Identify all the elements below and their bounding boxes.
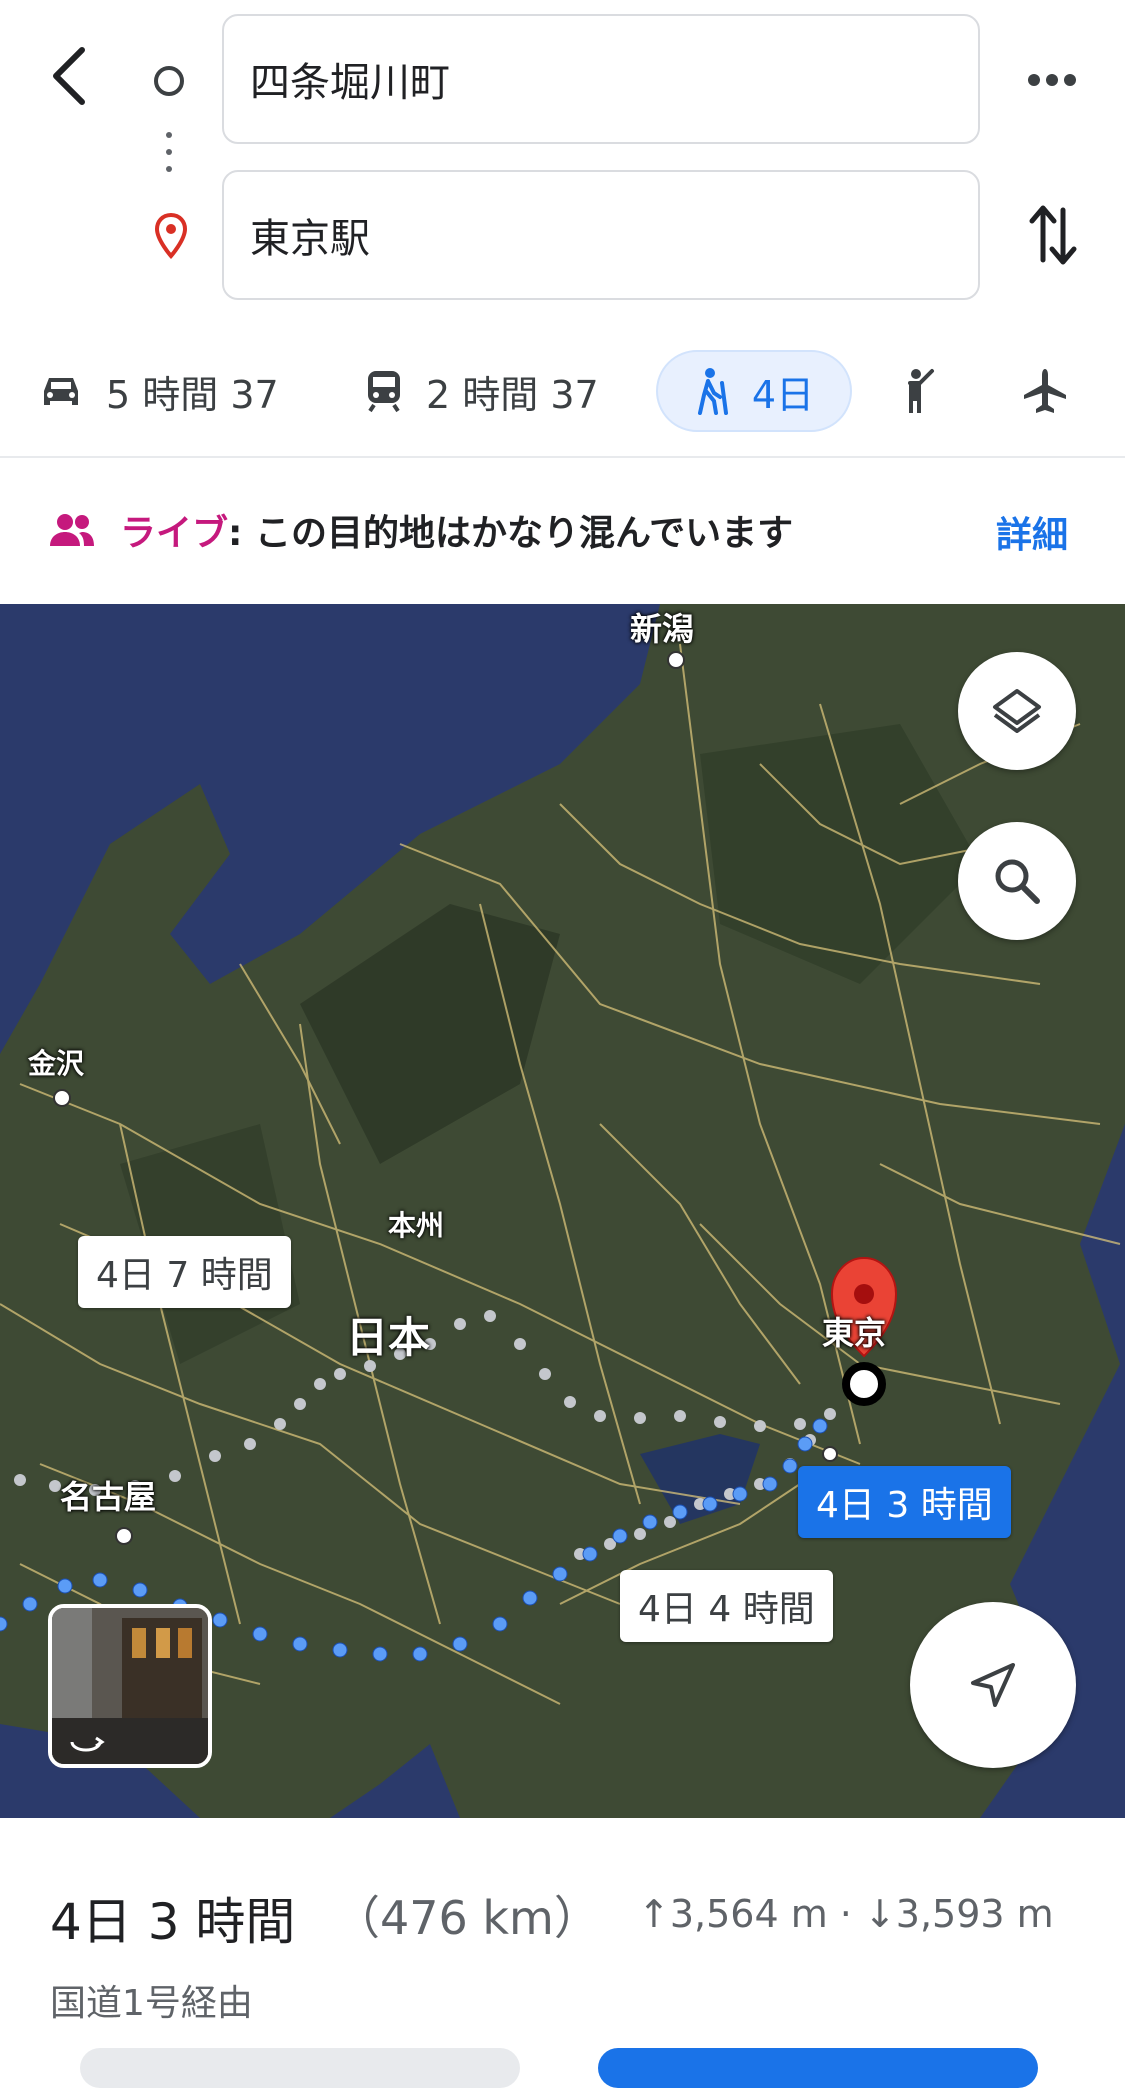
steps-button[interactable]	[80, 2048, 520, 2088]
person-hailing-icon	[908, 369, 934, 413]
more-options-button[interactable]	[1022, 60, 1082, 100]
route-via: 国道1号経由	[50, 1983, 253, 2024]
train-icon	[368, 371, 400, 413]
my-location-button[interactable]	[910, 1602, 1076, 1768]
tab-transit[interactable]: 2 時間 37	[364, 350, 599, 432]
route-tag-selected[interactable]: 4日 3 時間	[798, 1466, 1011, 1538]
live-busyness-banner: ライブ : この目的地はかなり混んでいます	[48, 500, 793, 560]
car-icon	[44, 378, 78, 405]
hiking-icon	[697, 368, 728, 415]
origin-circle-icon	[154, 66, 184, 96]
destination-input[interactable]: 東京駅	[222, 170, 980, 300]
live-tag: ライブ	[120, 513, 229, 554]
route-tag-alt1[interactable]: 4日 7 時間	[78, 1236, 291, 1308]
route-elevation: ↑3,564 m · ↓3,593 m	[638, 1892, 1054, 1936]
map-label-nagoya: 名古屋	[60, 1478, 157, 1516]
map-label-kanazawa: 金沢	[28, 1047, 85, 1080]
chevron-left-icon	[53, 47, 85, 105]
swap-button[interactable]	[1028, 200, 1078, 270]
layers-icon	[993, 689, 1041, 733]
details-link[interactable]: 詳細	[996, 506, 1068, 558]
destination-pin-icon	[154, 212, 188, 260]
transit-time: 2 時間 37	[426, 372, 599, 417]
route-dots-icon	[166, 132, 172, 178]
destination-text: 東京駅	[250, 216, 370, 262]
tab-walking[interactable]: 4日	[656, 350, 852, 432]
live-message: : この目的地はかなり混んでいます	[228, 513, 794, 554]
people-icon	[50, 514, 94, 546]
map-label-honshu: 本州	[388, 1209, 445, 1242]
route-tag-alt2[interactable]: 4日 4 時間	[620, 1570, 833, 1642]
street-view-thumbnail[interactable]	[48, 1604, 212, 1768]
tab-driving[interactable]: 5 時間 37	[38, 350, 279, 432]
airplane-icon	[1024, 369, 1066, 413]
tab-flights[interactable]	[1020, 350, 1092, 432]
tab-ride-hailing[interactable]	[898, 350, 964, 432]
driving-time: 5 時間 37	[106, 372, 279, 417]
navigation-arrow-icon	[971, 1663, 1015, 1707]
start-button[interactable]	[598, 2048, 1038, 2088]
walking-time: 4日	[751, 372, 815, 417]
back-button[interactable]	[40, 38, 100, 118]
route-distance: （476 km）	[334, 1891, 600, 1945]
divider	[0, 456, 1125, 458]
route-duration: 4日 3 時間	[50, 1893, 296, 1951]
map-label-niigata: 新潟	[630, 610, 695, 648]
more-horizontal-icon	[1028, 74, 1076, 86]
swap-vertical-icon	[1029, 205, 1077, 265]
map-label-tokyo: 東京	[822, 1314, 887, 1352]
origin-text: 四条堀川町	[250, 60, 450, 106]
layers-button[interactable]	[958, 652, 1076, 770]
search-icon	[995, 859, 1040, 904]
map-label-nihon: 日本	[346, 1313, 431, 1362]
street-view-image	[52, 1608, 208, 1764]
origin-input[interactable]: 四条堀川町	[222, 14, 980, 144]
search-along-route-button[interactable]	[958, 822, 1076, 940]
